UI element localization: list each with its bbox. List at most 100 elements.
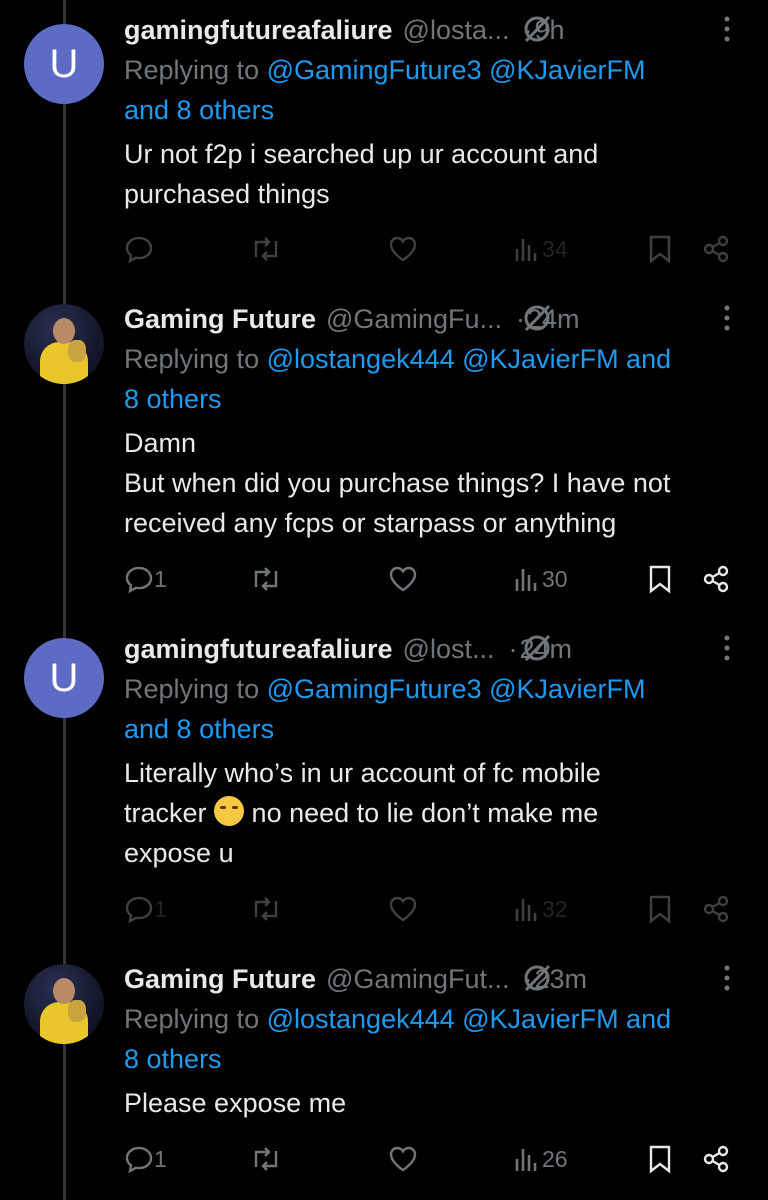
reply-count: 1 (154, 1145, 167, 1172)
avatar[interactable] (24, 304, 104, 384)
tweet-text-line: Literally who’s in ur account of fc mobi… (124, 758, 601, 788)
tweet-text-line-with-emoji: tracker no need to lie don’t make me (124, 793, 738, 833)
views-button[interactable]: 32 (514, 891, 568, 927)
avatar[interactable] (24, 964, 104, 1044)
replying-prefix: Replying to (124, 55, 267, 85)
replying-others-link[interactable]: 8 others (124, 1039, 738, 1079)
view-count: 26 (542, 1145, 568, 1172)
tweet-text-fragment: no need to lie don’t make me (244, 798, 599, 828)
tweet[interactable]: Gaming Future @GamingFu... · 24m Replyin… (0, 290, 768, 620)
bookmark-button[interactable] (648, 561, 672, 597)
like-button[interactable] (388, 231, 418, 267)
like-button[interactable] (388, 1141, 418, 1177)
display-name[interactable]: gamingfutureafaliure (124, 634, 393, 665)
user-handle[interactable]: @losta... (403, 15, 510, 46)
share-button[interactable] (702, 1141, 730, 1177)
reply-icon (125, 236, 153, 264)
replying-others-link[interactable]: and 8 others (124, 709, 738, 749)
view-count: 32 (542, 895, 568, 922)
action-bar: 1 30 (124, 561, 744, 597)
action-bar: 1 26 (124, 1141, 744, 1177)
share-button[interactable] (702, 891, 730, 927)
tweet-text: Damn But when did you purchase things? I… (124, 423, 738, 543)
tweet-text-line: received any fcps or starpass or anythin… (124, 508, 617, 538)
mention-links[interactable]: @lostangek444 @KJavierFM and (267, 1004, 672, 1034)
retweet-button[interactable] (250, 1141, 282, 1177)
bookmark-button[interactable] (648, 231, 672, 267)
display-name[interactable]: gamingfutureafaliure (124, 15, 393, 46)
display-name[interactable]: Gaming Future (124, 964, 316, 995)
tweet-text-line: But when did you purchase things? I have… (124, 468, 671, 498)
views-button[interactable]: 26 (514, 1141, 568, 1177)
replying-to: Replying to @lostangek444 @KJavierFM and (124, 999, 738, 1039)
tweet[interactable]: U gamingfutureafaliure @losta... · 9h Re… (0, 0, 768, 290)
reply-button[interactable]: 1 (124, 561, 167, 597)
like-icon (389, 1146, 417, 1172)
share-icon (703, 565, 729, 593)
tweet[interactable]: U gamingfutureafaliure @lost... · 24m Re… (0, 620, 768, 950)
share-icon (703, 1145, 729, 1173)
grok-icon[interactable] (522, 633, 552, 663)
reply-count: 1 (154, 565, 167, 592)
views-icon (515, 239, 537, 261)
mention-links[interactable]: @lostangek444 @KJavierFM and (267, 344, 672, 374)
tweet-text: Please expose me (124, 1083, 738, 1123)
display-name[interactable]: Gaming Future (124, 304, 316, 335)
more-icon[interactable] (722, 303, 732, 333)
reply-icon (125, 566, 153, 594)
more-icon[interactable] (722, 14, 732, 44)
avatar[interactable]: U (24, 24, 104, 104)
action-bar: 1 32 (124, 891, 744, 927)
retweet-button[interactable] (250, 231, 282, 267)
retweet-icon (254, 1147, 278, 1171)
more-icon[interactable] (722, 633, 732, 663)
tweet-text-line: Ur not f2p i searched up ur account and (124, 139, 599, 169)
replying-others-link[interactable]: and 8 others (124, 90, 738, 130)
reply-button[interactable] (124, 231, 154, 267)
trophy-shape (68, 1000, 86, 1022)
separator-dot: · (508, 633, 518, 664)
reply-button[interactable]: 1 (124, 1141, 167, 1177)
user-handle[interactable]: @GamingFu... (326, 304, 502, 335)
views-button[interactable]: 34 (514, 231, 568, 267)
user-handle[interactable]: @GamingFut... (326, 964, 509, 995)
bookmark-icon (649, 235, 671, 264)
retweet-icon (254, 567, 278, 591)
tweet[interactable]: Gaming Future @GamingFut... · 23m Replyi… (0, 950, 768, 1200)
share-button[interactable] (702, 561, 730, 597)
more-icon[interactable] (722, 963, 732, 993)
views-icon (515, 899, 537, 921)
replying-to: Replying to @GamingFuture3 @KJavierFM (124, 669, 738, 709)
tweet-header: Gaming Future @GamingFu... · 24m (124, 299, 738, 339)
share-icon (703, 235, 729, 263)
tweet-text: Literally who’s in ur account of fc mobi… (124, 753, 738, 873)
tweet-header: gamingfutureafaliure @lost... · 24m (124, 629, 738, 669)
action-bar: 34 (124, 231, 744, 267)
views-icon (515, 569, 537, 591)
grok-icon[interactable] (522, 14, 552, 44)
mention-links[interactable]: @GamingFuture3 @KJavierFM (267, 55, 646, 85)
reply-icon (125, 1146, 153, 1174)
bookmark-icon (649, 1145, 671, 1174)
retweet-button[interactable] (250, 891, 282, 927)
replying-others-link[interactable]: 8 others (124, 379, 738, 419)
retweet-button[interactable] (250, 561, 282, 597)
bookmark-button[interactable] (648, 1141, 672, 1177)
mention-links[interactable]: @GamingFuture3 @KJavierFM (267, 674, 646, 704)
replying-to: Replying to @GamingFuture3 @KJavierFM (124, 50, 738, 90)
tweet-text-line: purchased things (124, 179, 330, 209)
share-button[interactable] (702, 231, 730, 267)
like-button[interactable] (388, 891, 418, 927)
views-button[interactable]: 30 (514, 561, 568, 597)
replying-prefix: Replying to (124, 1004, 267, 1034)
retweet-icon (254, 897, 278, 921)
reply-button[interactable]: 1 (124, 891, 167, 927)
user-handle[interactable]: @lost... (403, 634, 495, 665)
grok-icon[interactable] (522, 963, 552, 993)
like-button[interactable] (388, 561, 418, 597)
bookmark-button[interactable] (648, 891, 672, 927)
views-icon (515, 1149, 537, 1171)
replying-prefix: Replying to (124, 674, 267, 704)
grok-icon[interactable] (522, 303, 552, 333)
avatar[interactable]: U (24, 638, 104, 718)
